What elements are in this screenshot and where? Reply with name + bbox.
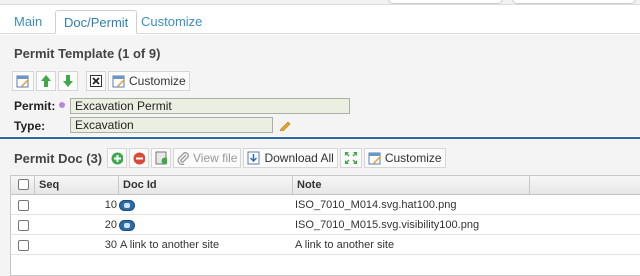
upload-icon: [155, 151, 167, 165]
arrow-up-icon: [41, 75, 51, 87]
column-header-doc-id[interactable]: Doc Id: [119, 176, 293, 195]
permit-template-title: Permit Template (1 of 9): [14, 46, 161, 61]
table-row[interactable]: 20 ISO_7010_M015.svg.visibility100.png: [11, 216, 640, 235]
row-checkbox[interactable]: [18, 240, 29, 251]
view-file-label: View file: [193, 151, 238, 165]
note-cell: ISO_7010_M014.svg.hat100.png: [295, 199, 457, 211]
note-cell: ISO_7010_M015.svg.visibility100.png: [295, 219, 480, 231]
tab-bar: Main Doc/Permit Customize: [0, 6, 640, 34]
paperclip-icon: [177, 151, 189, 165]
type-field[interactable]: Excavation: [70, 117, 273, 133]
download-all-button[interactable]: Download All: [243, 148, 338, 168]
select-all-checkbox[interactable]: [18, 179, 29, 190]
tab-main[interactable]: Main: [6, 10, 50, 34]
move-down-button[interactable]: [58, 71, 78, 91]
close-box-icon: [90, 75, 102, 87]
expand-button[interactable]: [339, 148, 362, 168]
add-icon: [111, 152, 123, 164]
permit-template-toolbar: Customize: [12, 71, 192, 91]
add-button[interactable]: [107, 148, 127, 168]
seq-cell: 20: [104, 219, 117, 231]
customize-label: Customize: [384, 151, 442, 165]
column-header-seq[interactable]: Seq: [35, 176, 119, 195]
image-icon[interactable]: [119, 200, 135, 211]
expand-icon: [344, 152, 357, 164]
customize-label: Customize: [129, 74, 186, 88]
row-checkbox[interactable]: [18, 220, 29, 231]
pencil-icon[interactable]: [279, 119, 291, 131]
tab-doc-permit[interactable]: Doc/Permit: [55, 10, 138, 34]
type-label: Type:: [14, 119, 46, 133]
permit-field[interactable]: Excavation Permit: [70, 98, 350, 114]
permit-doc-title: Permit Doc (3): [14, 151, 103, 166]
column-header-note[interactable]: Note: [293, 176, 530, 195]
select-all-cell: [11, 176, 35, 195]
top-tab-fragment: [512, 0, 636, 4]
image-icon[interactable]: [119, 220, 135, 231]
remove-button[interactable]: [129, 148, 149, 168]
grid-header: Seq Doc Id Note: [11, 176, 640, 195]
seq-cell: 30: [104, 239, 117, 251]
permit-template-section: Permit Template (1 of 9) Customize Permi…: [0, 35, 640, 136]
delete-button[interactable]: [86, 71, 106, 91]
top-strip: [0, 0, 640, 5]
table-row[interactable]: 10 ISO_7010_M014.svg.hat100.png: [11, 196, 640, 215]
column-header-empty: [530, 176, 640, 195]
download-all-label: Download All: [264, 151, 334, 165]
customize-icon: [368, 152, 381, 165]
customize-button[interactable]: Customize: [108, 71, 190, 91]
permit-label: Permit:: [14, 99, 56, 113]
download-icon: [247, 151, 260, 165]
seq-cell: 10: [104, 199, 117, 211]
customize-doc-button[interactable]: Customize: [363, 148, 446, 168]
tab-customize[interactable]: Customize: [133, 10, 210, 34]
required-indicator: [59, 102, 65, 108]
row-checkbox[interactable]: [18, 200, 29, 211]
top-tab-fragment: [388, 0, 503, 4]
edit-button[interactable]: [12, 71, 34, 91]
table-row[interactable]: 30 A link to another site A link to anot…: [11, 236, 640, 255]
edit-icon: [16, 75, 29, 88]
permit-doc-grid: Seq Doc Id Note 10 ISO_7010_M014.svg.hat…: [10, 175, 640, 276]
permit-doc-toolbar: View file Download All Customize: [107, 148, 448, 168]
doc-id-link[interactable]: A link to another site: [120, 236, 219, 255]
customize-icon: [112, 75, 125, 88]
remove-icon: [133, 152, 145, 164]
arrow-down-icon: [63, 75, 73, 87]
view-file-button[interactable]: View file: [173, 148, 242, 168]
upload-button[interactable]: [151, 148, 171, 168]
note-cell: A link to another site: [295, 239, 395, 251]
move-up-button[interactable]: [36, 71, 56, 91]
